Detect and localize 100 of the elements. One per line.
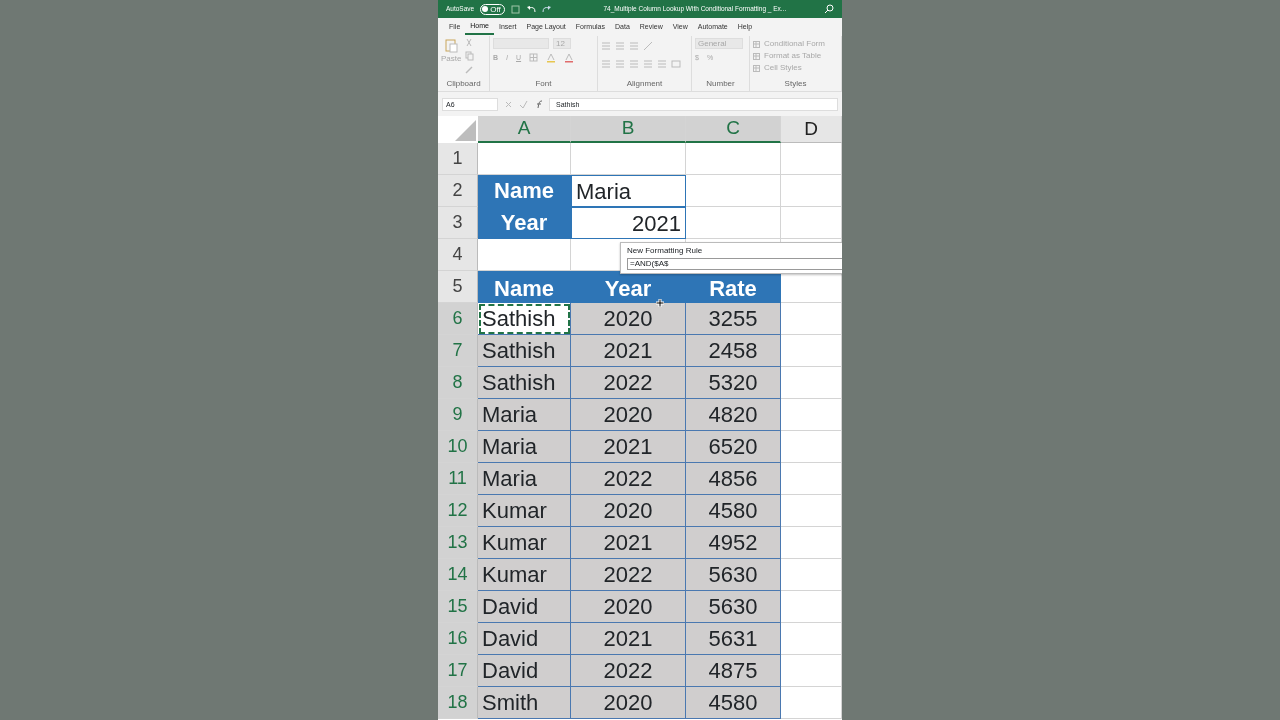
table-cell[interactable]: Sathish bbox=[478, 303, 571, 335]
table-cell[interactable]: 2021 bbox=[571, 527, 686, 559]
search-icon[interactable] bbox=[824, 4, 834, 14]
sheet-cell[interactable] bbox=[781, 207, 842, 239]
table-cell[interactable]: 2021 bbox=[571, 335, 686, 367]
value-cell[interactable]: 2021 bbox=[571, 207, 686, 239]
row-header[interactable]: 10 bbox=[438, 431, 478, 463]
table-cell[interactable]: 2020 bbox=[571, 687, 686, 719]
table-cell[interactable]: 6520 bbox=[686, 431, 781, 463]
row-header[interactable]: 9 bbox=[438, 399, 478, 431]
table-cell[interactable]: 2020 bbox=[571, 399, 686, 431]
column-header[interactable]: A bbox=[478, 116, 571, 143]
function-icon[interactable] bbox=[534, 99, 543, 109]
sheet-cell[interactable] bbox=[781, 495, 842, 527]
row-header[interactable]: 2 bbox=[438, 175, 478, 207]
table-cell[interactable]: 4856 bbox=[686, 463, 781, 495]
table-cell[interactable]: Maria bbox=[478, 399, 571, 431]
sheet-cell[interactable] bbox=[781, 143, 842, 175]
row-header[interactable]: 8 bbox=[438, 367, 478, 399]
table-cell[interactable]: 5630 bbox=[686, 559, 781, 591]
table-cell[interactable]: David bbox=[478, 623, 571, 655]
row-header[interactable]: 17 bbox=[438, 655, 478, 687]
table-cell[interactable]: Smith bbox=[478, 687, 571, 719]
header-cell: Year bbox=[571, 271, 686, 303]
table-cell[interactable]: David bbox=[478, 655, 571, 687]
table-cell[interactable]: 2020 bbox=[571, 591, 686, 623]
sheet-cell[interactable] bbox=[781, 591, 842, 623]
group-label: Font bbox=[534, 78, 553, 90]
table-cell[interactable]: 2020 bbox=[571, 303, 686, 335]
row-header[interactable]: 16 bbox=[438, 623, 478, 655]
table-cell[interactable]: 4875 bbox=[686, 655, 781, 687]
table-cell[interactable]: Sathish bbox=[478, 367, 571, 399]
group-label: Alignment bbox=[625, 78, 664, 90]
table-cell[interactable]: Kumar bbox=[478, 527, 571, 559]
table-cell[interactable]: 4820 bbox=[686, 399, 781, 431]
sheet-cell[interactable] bbox=[781, 303, 842, 335]
sheet-cell[interactable] bbox=[686, 143, 781, 175]
group-label: Number bbox=[705, 78, 736, 90]
table-cell[interactable]: 2022 bbox=[571, 559, 686, 591]
column-header[interactable]: B bbox=[571, 116, 686, 143]
row-header[interactable]: 15 bbox=[438, 591, 478, 623]
sheet-cell[interactable] bbox=[781, 687, 842, 719]
sheet-cell[interactable] bbox=[781, 367, 842, 399]
check-icon[interactable] bbox=[519, 99, 528, 109]
row-header[interactable]: 6 bbox=[438, 303, 478, 335]
sheet-cell[interactable] bbox=[781, 559, 842, 591]
sheet-cell[interactable] bbox=[781, 463, 842, 495]
row-header[interactable]: 7 bbox=[438, 335, 478, 367]
row-header[interactable]: 11 bbox=[438, 463, 478, 495]
sheet-cell[interactable] bbox=[571, 143, 686, 175]
group-label: Styles bbox=[783, 78, 808, 90]
table-cell[interactable]: Sathish bbox=[478, 335, 571, 367]
sheet-cell[interactable] bbox=[781, 527, 842, 559]
table-cell[interactable]: 4580 bbox=[686, 687, 781, 719]
label-cell: Year bbox=[478, 207, 571, 239]
table-cell[interactable]: 4580 bbox=[686, 495, 781, 527]
row-header[interactable]: 1 bbox=[438, 143, 478, 175]
table-cell[interactable]: 2021 bbox=[571, 431, 686, 463]
sheet-cell[interactable] bbox=[781, 431, 842, 463]
row-header[interactable]: 5 bbox=[438, 271, 478, 303]
table-cell[interactable]: 4952 bbox=[686, 527, 781, 559]
value-cell[interactable]: Maria bbox=[571, 175, 686, 207]
row-header[interactable]: 4 bbox=[438, 239, 478, 271]
cancel-icon[interactable] bbox=[504, 99, 513, 109]
table-cell[interactable]: 2020 bbox=[571, 495, 686, 527]
label-cell: Name bbox=[478, 175, 571, 207]
table-cell[interactable]: 5320 bbox=[686, 367, 781, 399]
sheet-cell[interactable] bbox=[781, 175, 842, 207]
table-cell[interactable]: 2022 bbox=[571, 655, 686, 687]
sheet-cell[interactable] bbox=[781, 623, 842, 655]
header-cell: Name bbox=[478, 271, 571, 303]
table-cell[interactable]: 2021 bbox=[571, 623, 686, 655]
row-header[interactable]: 12 bbox=[438, 495, 478, 527]
table-cell[interactable]: 2022 bbox=[571, 367, 686, 399]
row-header[interactable]: 3 bbox=[438, 207, 478, 239]
table-cell[interactable]: 2458 bbox=[686, 335, 781, 367]
table-cell[interactable]: Maria bbox=[478, 463, 571, 495]
formula-input[interactable]: =AND($A$ bbox=[627, 258, 842, 270]
sheet-cell[interactable] bbox=[686, 207, 781, 239]
row-header[interactable]: 18 bbox=[438, 687, 478, 719]
table-cell[interactable]: 2022 bbox=[571, 463, 686, 495]
table-cell[interactable]: Maria bbox=[478, 431, 571, 463]
table-cell[interactable]: 3255 bbox=[686, 303, 781, 335]
row-header[interactable]: 13 bbox=[438, 527, 478, 559]
cursor-icon bbox=[656, 299, 665, 308]
table-cell[interactable]: David bbox=[478, 591, 571, 623]
table-cell[interactable]: Kumar bbox=[478, 495, 571, 527]
sheet-cell[interactable] bbox=[781, 335, 842, 367]
table-cell[interactable]: Kumar bbox=[478, 559, 571, 591]
sheet-cell[interactable] bbox=[781, 655, 842, 687]
column-header[interactable]: D bbox=[781, 116, 842, 143]
column-header[interactable]: C bbox=[686, 116, 781, 143]
table-cell[interactable]: 5630 bbox=[686, 591, 781, 623]
redo-icon[interactable] bbox=[541, 4, 552, 14]
row-header[interactable]: 14 bbox=[438, 559, 478, 591]
save-icon[interactable] bbox=[510, 4, 520, 14]
sheet-cell[interactable] bbox=[781, 399, 842, 431]
sheet-cell[interactable] bbox=[686, 175, 781, 207]
table-cell[interactable]: 5631 bbox=[686, 623, 781, 655]
undo-icon[interactable] bbox=[525, 4, 536, 14]
